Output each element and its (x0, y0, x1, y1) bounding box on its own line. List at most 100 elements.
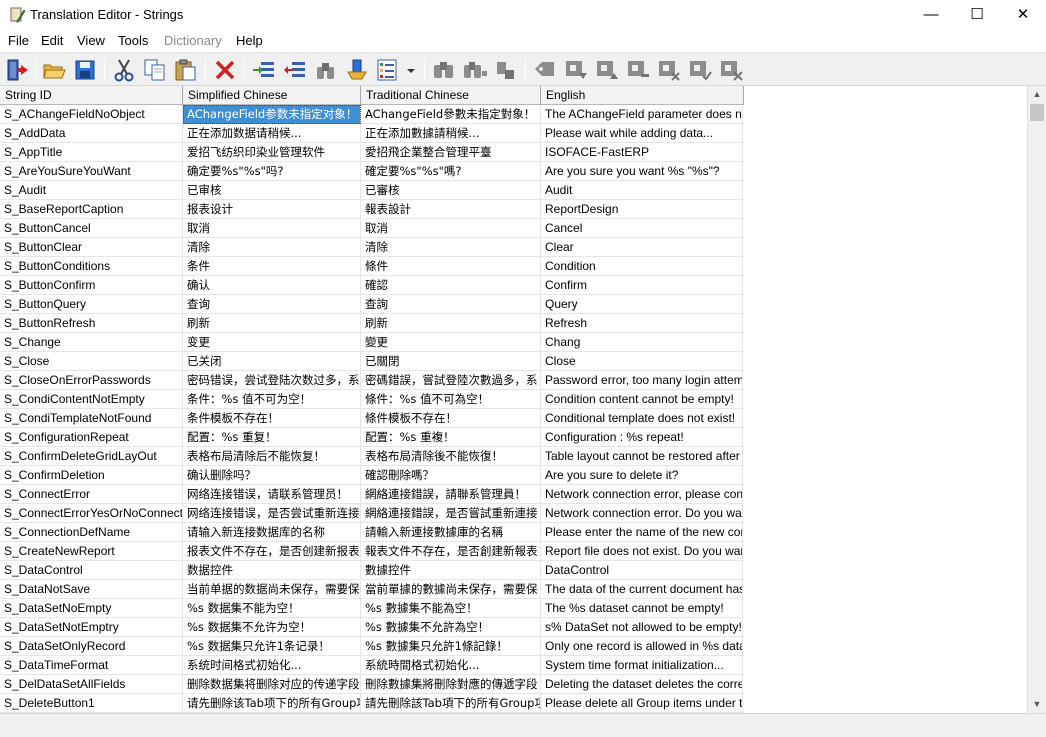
table-row[interactable]: S_CreateNewReport 报表文件不存在，是否创建新报表 報表文件不存在，… (0, 542, 744, 561)
traditional-chinese-cell[interactable]: 確認 (361, 276, 541, 295)
menu-view[interactable]: View (77, 33, 105, 48)
simplified-chinese-cell[interactable]: 确认 (183, 276, 361, 295)
simplified-chinese-cell[interactable]: 报表文件不存在，是否创建新报表 (183, 542, 361, 561)
english-cell[interactable]: Network connection error, please contact (541, 485, 743, 504)
simplified-chinese-cell[interactable]: 报表设计 (183, 200, 361, 219)
table-row[interactable]: S_Audit 已审核 已審核 Audit (0, 181, 744, 200)
english-cell[interactable]: Password error, too many login attempts, (541, 371, 743, 390)
table-row[interactable]: S_DataNotSave 当前单据的数据尚未保存，需要保 當前單據的數據尚未保存，… (0, 580, 744, 599)
english-cell[interactable]: Conditional template does not exist! (541, 409, 743, 428)
table-row[interactable]: S_BaseReportCaption 报表设计 報表設計 ReportDesign (0, 200, 744, 219)
simplified-chinese-cell[interactable]: 删除数据集将删除对应的传递字段 (183, 675, 361, 694)
english-cell[interactable]: Configuration : %s repeat! (541, 428, 743, 447)
traditional-chinese-cell[interactable]: 變更 (361, 333, 541, 352)
english-cell[interactable]: Are you sure you want %s "%s"? (541, 162, 743, 181)
tag-icon[interactable] (532, 57, 558, 83)
table-row[interactable]: S_ButtonConditions 条件 條件 Condition (0, 257, 744, 276)
simplified-chinese-cell[interactable]: 确定要%s"%s"吗? (183, 162, 361, 181)
tag-x2-icon[interactable] (718, 57, 744, 83)
english-cell[interactable]: Only one record is allowed in %s dataset… (541, 637, 743, 656)
binoculars-prev-icon[interactable] (493, 57, 519, 83)
english-cell[interactable]: ISOFACE-FastERP (541, 143, 743, 162)
string-id-cell[interactable]: S_ButtonRefresh (0, 314, 183, 333)
string-id-cell[interactable]: S_DataSetOnlyRecord (0, 637, 183, 656)
traditional-chinese-cell[interactable]: 系統時間格式初始化... (361, 656, 541, 675)
string-id-cell[interactable]: S_AppTitle (0, 143, 183, 162)
traditional-chinese-cell[interactable]: 密碼錯誤，嘗試登陸次數過多，系 (361, 371, 541, 390)
table-row[interactable]: S_ConfigurationRepeat 配置：%s 重复！ 配置：%s 重複！ C… (0, 428, 744, 447)
tag-prev-icon[interactable] (594, 57, 620, 83)
table-row[interactable]: S_ConnectionDefName 请输入新连接数据库的名称 請輸入新連接數據庫… (0, 523, 744, 542)
minimize-button[interactable]: — (908, 0, 954, 30)
table-row[interactable]: S_DeleteButton1 请先删除该Tab项下的所有Group项 請先刪除該T… (0, 694, 744, 713)
paste-icon[interactable] (173, 57, 199, 83)
string-id-cell[interactable]: S_ConfigurationRepeat (0, 428, 183, 447)
binoculars-icon[interactable] (431, 57, 457, 83)
traditional-chinese-cell[interactable]: 刪除數據集將刪除對應的傳遞字段 (361, 675, 541, 694)
traditional-chinese-cell[interactable]: 條件模板不存在！ (361, 409, 541, 428)
string-id-cell[interactable]: S_Change (0, 333, 183, 352)
table-row[interactable]: S_ButtonQuery 查询 查詢 Query (0, 295, 744, 314)
table-row[interactable]: S_ButtonConfirm 确认 確認 Confirm (0, 276, 744, 295)
simplified-chinese-cell[interactable]: 确认删除吗？ (183, 466, 361, 485)
traditional-chinese-cell[interactable]: 正在添加數據請稍候... (361, 124, 541, 143)
insert-row-icon[interactable] (251, 57, 277, 83)
tag-remove-icon[interactable] (625, 57, 651, 83)
table-row[interactable]: S_AChangeFieldNoObject AChangeField参数未指定对… (0, 105, 744, 124)
menu-tools[interactable]: Tools (118, 33, 148, 48)
traditional-chinese-cell[interactable]: 愛招飛企業整合管理平臺 (361, 143, 541, 162)
english-cell[interactable]: The %s dataset cannot be empty! (541, 599, 743, 618)
string-id-cell[interactable]: S_ButtonConfirm (0, 276, 183, 295)
string-id-cell[interactable]: S_BaseReportCaption (0, 200, 183, 219)
traditional-chinese-cell[interactable]: 查詢 (361, 295, 541, 314)
vertical-scrollbar[interactable]: ▲ ▼ (1027, 86, 1046, 713)
string-id-cell[interactable]: S_AreYouSureYouWant (0, 162, 183, 181)
string-id-cell[interactable]: S_CondiTemplateNotFound (0, 409, 183, 428)
simplified-chinese-cell[interactable]: 已关闭 (183, 352, 361, 371)
string-id-cell[interactable]: S_DelDataSetAllFields (0, 675, 183, 694)
english-cell[interactable]: Please wait while adding data... (541, 124, 743, 143)
table-row[interactable]: S_AppTitle 爱招飞纺织印染业管理软件 愛招飛企業整合管理平臺 ISOFACE… (0, 143, 744, 162)
table-row[interactable]: S_DataSetNoEmpty %s 数据集不能为空！ %s 數據集不能為空！ Th… (0, 599, 744, 618)
english-cell[interactable]: DataControl (541, 561, 743, 580)
table-row[interactable]: S_CondiTemplateNotFound 条件模板不存在！ 條件模板不存在！ C… (0, 409, 744, 428)
simplified-chinese-cell[interactable]: 已审核 (183, 181, 361, 200)
string-id-cell[interactable]: S_ButtonClear (0, 238, 183, 257)
open-icon[interactable] (41, 57, 67, 83)
delete-icon[interactable] (212, 57, 238, 83)
menu-file[interactable]: File (8, 33, 29, 48)
sort-icon[interactable] (344, 57, 370, 83)
traditional-chinese-cell[interactable]: AChangeField參數未指定對象！ (361, 105, 541, 124)
table-row[interactable]: S_DataTimeFormat 系统时间格式初始化... 系統時間格式初始化...… (0, 656, 744, 675)
remove-row-icon[interactable] (282, 57, 308, 83)
simplified-chinese-cell[interactable]: 正在添加数据请稍候... (183, 124, 361, 143)
simplified-chinese-cell[interactable]: 请输入新连接数据库的名称 (183, 523, 361, 542)
english-cell[interactable]: Refresh (541, 314, 743, 333)
string-id-cell[interactable]: S_ConfirmDeletion (0, 466, 183, 485)
traditional-chinese-cell[interactable]: 請輸入新連接數據庫的名稱 (361, 523, 541, 542)
english-cell[interactable]: Clear (541, 238, 743, 257)
tag-check-icon[interactable] (687, 57, 713, 83)
close-button[interactable]: ✕ (1000, 0, 1046, 30)
simplified-chinese-cell[interactable]: 条件 (183, 257, 361, 276)
menu-edit[interactable]: Edit (41, 33, 63, 48)
traditional-chinese-cell[interactable]: 表格布局清除後不能恢復！ (361, 447, 541, 466)
simplified-chinese-cell[interactable]: 网络连接错误，请联系管理员！ (183, 485, 361, 504)
scroll-up-button[interactable]: ▲ (1028, 86, 1046, 103)
strings-grid[interactable]: String ID Simplified Chinese Traditional… (0, 86, 1027, 713)
table-row[interactable]: S_DataSetOnlyRecord %s 数据集只允许1条记录！ %s 數據集只… (0, 637, 744, 656)
table-row[interactable]: S_AddData 正在添加数据请稍候... 正在添加數據請稍候... Please … (0, 124, 744, 143)
table-row[interactable]: S_Close 已关闭 已關閉 Close (0, 352, 744, 371)
english-cell[interactable]: Table layout cannot be restored after cl… (541, 447, 743, 466)
simplified-chinese-cell[interactable]: 系统时间格式初始化... (183, 656, 361, 675)
simplified-chinese-cell[interactable]: 条件模板不存在！ (183, 409, 361, 428)
string-id-cell[interactable]: S_DataTimeFormat (0, 656, 183, 675)
chevron-down-icon[interactable] (403, 57, 419, 83)
traditional-chinese-cell[interactable]: 確認刪除嗎？ (361, 466, 541, 485)
english-cell[interactable]: The data of the current document has no (541, 580, 743, 599)
traditional-chinese-cell[interactable]: 已審核 (361, 181, 541, 200)
english-cell[interactable]: Close (541, 352, 743, 371)
table-row[interactable]: S_AreYouSureYouWant 确定要%s"%s"吗? 確定要%s"%s"嗎… (0, 162, 744, 181)
menu-help[interactable]: Help (236, 33, 263, 48)
traditional-chinese-cell[interactable]: 請先刪除該Tab項下的所有Group項 (361, 694, 541, 713)
